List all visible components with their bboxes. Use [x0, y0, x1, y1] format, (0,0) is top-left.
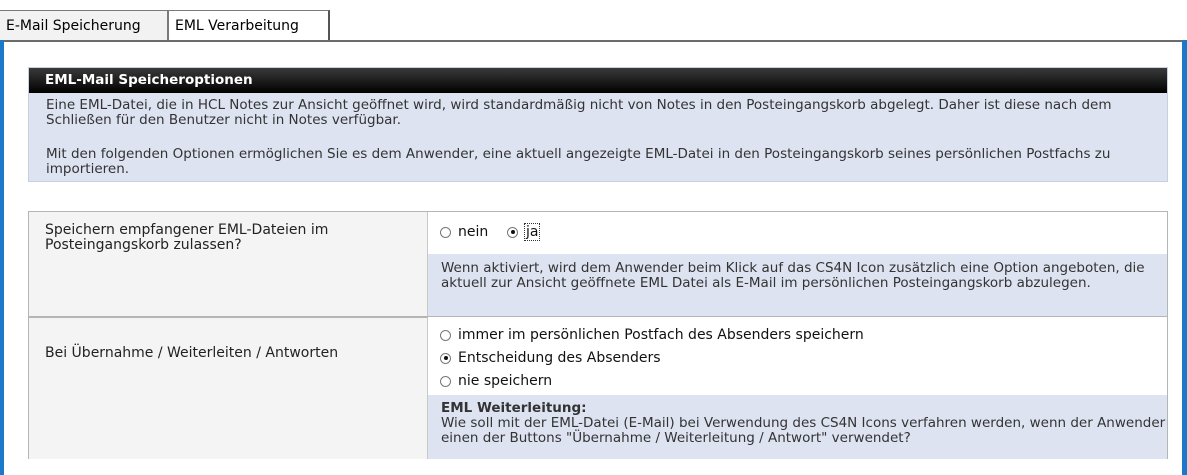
tab-underline	[0, 40, 1187, 42]
settings-table: Speichern empfangener EML-Dateien im Pos…	[28, 211, 1168, 459]
tab-email-speicherung[interactable]: E-Mail Speicherung	[0, 10, 168, 40]
radio-ja-circle[interactable]	[507, 226, 518, 238]
info-paragraph-1: Eine EML-Datei, die in HCL Notes zur Ans…	[46, 97, 1112, 128]
info-paragraph-2: Mit den folgenden Optionen ermöglichen S…	[46, 146, 1111, 177]
radio-nein-circle[interactable]	[440, 226, 451, 238]
radio-nie-label: nie speichern	[458, 373, 553, 389]
radio-entscheidung-label: Entscheidung des Absenders	[458, 350, 661, 366]
setting-hint-forward: EML Weiterleitung: Wie soll mit der EML-…	[428, 395, 1167, 459]
radio-ja[interactable]: ja	[507, 223, 541, 241]
radio-immer-speichern[interactable]: immer im persönlichen Postfach des Absen…	[440, 327, 864, 343]
setting-label-forward: Bei Übernahme / Weiterleiten / Antworten	[45, 345, 339, 361]
setting-label-cell	[29, 317, 428, 459]
info-panel-title: EML-Mail Speicheroptionen	[29, 68, 1167, 93]
right-accent-border	[1182, 40, 1187, 475]
radio-nie-circle[interactable]	[440, 375, 451, 387]
radio-ja-label: ja	[523, 223, 541, 241]
radio-nie-speichern[interactable]: nie speichern	[440, 373, 552, 389]
radio-nein[interactable]: nein	[440, 224, 488, 240]
tab-eml-verarbeitung[interactable]: EML Verarbeitung	[168, 10, 330, 42]
setting-hint-save-eml: Wenn aktiviert, wird dem Anwender beim K…	[428, 254, 1167, 316]
radio-entscheidung-circle[interactable]	[440, 352, 451, 364]
info-panel: EML-Mail Speicheroptionen Eine EML-Datei…	[28, 67, 1168, 182]
hint-title: EML Weiterleitung:	[441, 400, 587, 416]
setting-value-cell: immer im persönlichen Postfach des Absen…	[428, 317, 1167, 395]
radio-nein-label: nein	[458, 224, 489, 240]
tab-bar: E-Mail Speicherung EML Verarbeitung	[0, 0, 1187, 42]
radio-immer-circle[interactable]	[440, 329, 451, 341]
setting-label-save-eml: Speichern empfangener EML-Dateien im Pos…	[45, 222, 329, 253]
radio-entscheidung[interactable]: Entscheidung des Absenders	[440, 350, 661, 366]
left-accent-border	[0, 40, 4, 475]
hint-text: Wie soll mit der EML-Datei (E-Mail) bei …	[441, 415, 1166, 446]
radio-immer-label: immer im persönlichen Postfach des Absen…	[458, 327, 864, 343]
setting-value-cell: nein ja	[428, 212, 1167, 254]
